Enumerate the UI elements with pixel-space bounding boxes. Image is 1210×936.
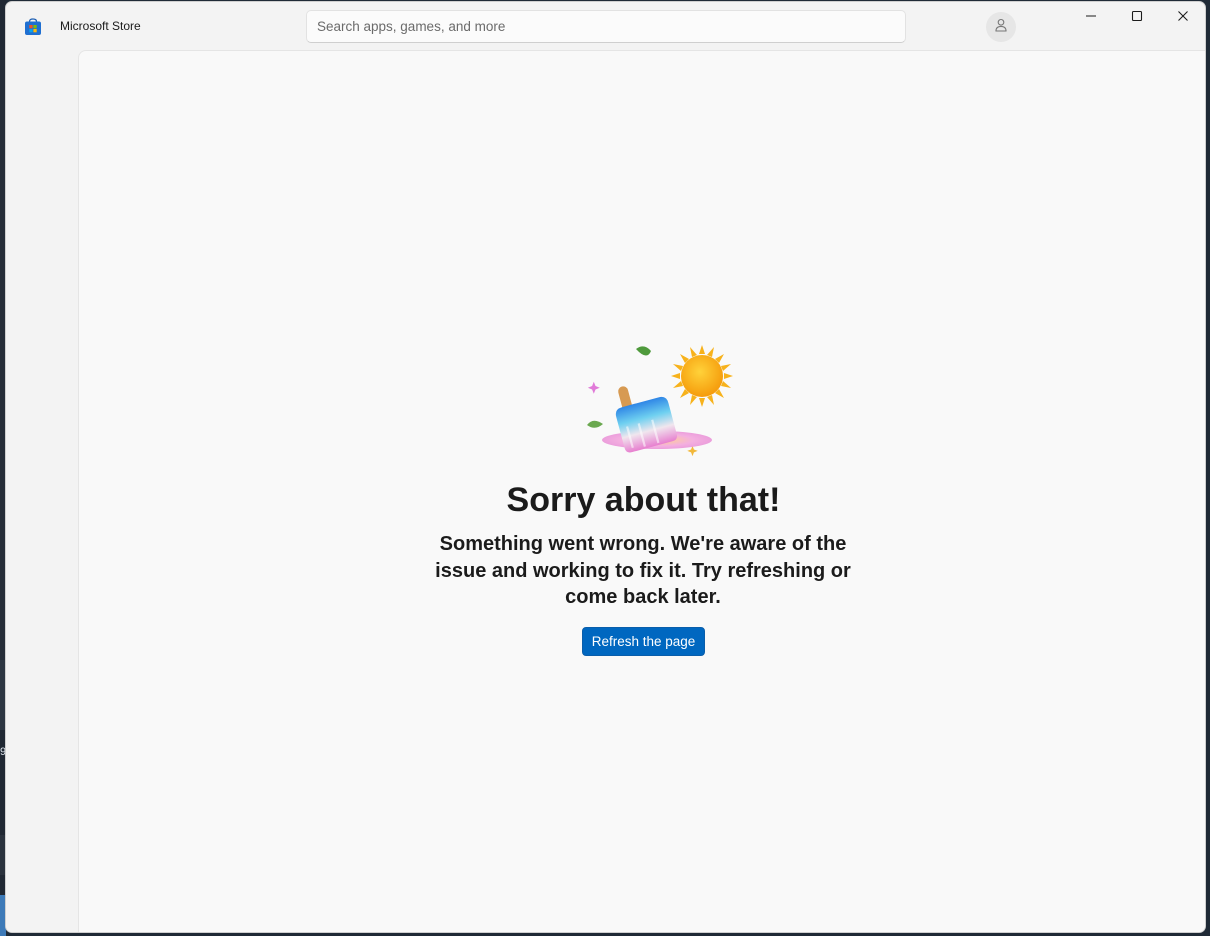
error-message: Something went wrong. We're aware of the… — [435, 533, 851, 608]
close-button[interactable] — [1160, 2, 1205, 34]
minimize-icon — [1085, 9, 1097, 27]
error-page: Sorry about that! Something went wrong. … — [78, 50, 1205, 932]
person-icon — [994, 18, 1008, 37]
maximize-icon — [1131, 9, 1143, 27]
minimize-button[interactable] — [1068, 2, 1114, 34]
app-title: Microsoft Store — [60, 19, 141, 33]
title-bar[interactable]: Microsoft Store — [6, 2, 1205, 50]
refresh-button[interactable]: Refresh the page — [582, 627, 705, 656]
search-input[interactable] — [306, 10, 906, 43]
maximize-button[interactable] — [1114, 2, 1160, 34]
navigation-sidebar — [6, 50, 78, 932]
microsoft-store-icon — [24, 18, 42, 36]
melting-popsicle-illustration — [569, 291, 739, 457]
account-button[interactable] — [986, 12, 1016, 42]
error-title: Sorry about that! — [506, 481, 781, 519]
close-icon — [1177, 9, 1189, 27]
microsoft-store-window: Microsoft Store Search apps, games, and … — [5, 1, 1206, 933]
